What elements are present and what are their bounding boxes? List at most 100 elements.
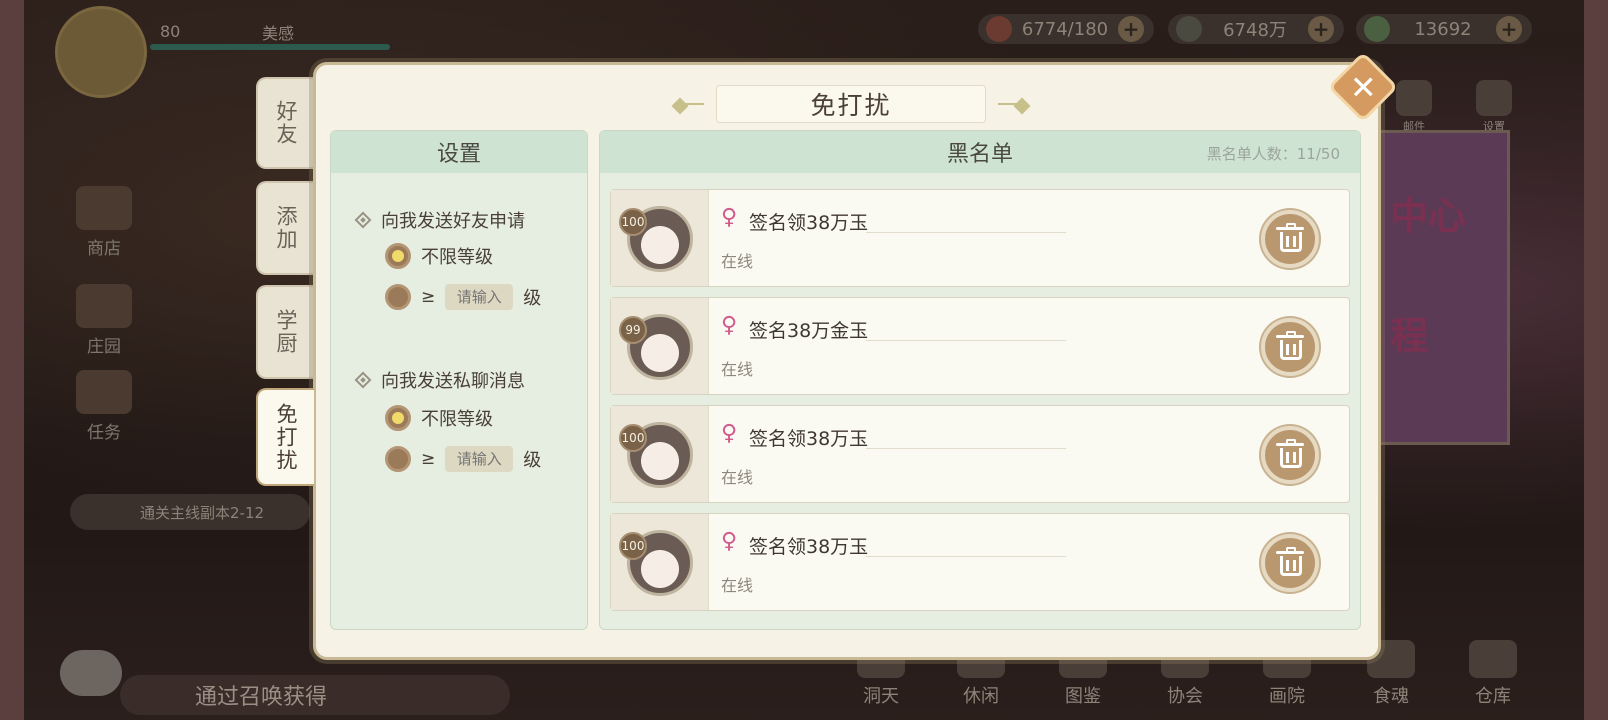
female-icon: ♀ — [721, 421, 738, 446]
chat-ticker[interactable]: 通过召唤获得 — [120, 675, 510, 715]
title-ornament-icon — [986, 98, 1030, 110]
radio-unselected-icon[interactable] — [385, 446, 411, 472]
trash-icon — [1276, 547, 1304, 577]
private-message-title: 向我发送私聊消息 — [381, 371, 525, 392]
female-icon: ♀ — [721, 313, 738, 338]
side-menu-shop[interactable]: 商店 — [72, 186, 136, 259]
blacklist-count: 黑名单人数：11/50 — [1206, 145, 1340, 163]
trash-icon — [1276, 439, 1304, 469]
tab-learn-cooking[interactable]: 学厨 — [256, 285, 314, 379]
player-name: 签名领38万玉 — [749, 428, 869, 450]
friend-request-setting: 向我发送好友申请 — [354, 207, 525, 233]
resource-jade: 13692 + — [1356, 14, 1532, 44]
settings-shortcut[interactable]: 设置 — [1470, 80, 1518, 134]
diamond-bullet-icon — [354, 371, 372, 389]
player-avatar[interactable] — [55, 6, 147, 98]
resource-value: 6748万 — [1223, 20, 1287, 41]
online-status: 在线 — [721, 468, 754, 487]
blacklist-row[interactable]: 99 ♀ 签名38万金玉 在线 — [610, 297, 1350, 395]
leaf-coin-icon — [1176, 16, 1202, 42]
add-coin-button[interactable]: + — [1308, 16, 1334, 42]
side-menu-tasks[interactable]: 任务 — [72, 370, 136, 443]
radio-unselected-icon[interactable] — [385, 284, 411, 310]
remove-from-blacklist-button[interactable] — [1261, 534, 1319, 592]
option-label: 不限等级 — [421, 409, 493, 430]
avatar-frame: 100 — [611, 190, 709, 286]
diamond-bullet-icon — [354, 211, 372, 229]
avatar-frame: 100 — [611, 514, 709, 610]
female-icon: ♀ — [721, 529, 738, 554]
quest-tracker[interactable]: 通关主线副本2-12 — [70, 494, 310, 530]
add-jade-button[interactable]: + — [1496, 16, 1522, 42]
tab-do-not-disturb[interactable]: 免打扰 — [256, 388, 314, 486]
female-icon: ♀ — [721, 205, 738, 230]
mail-shortcut[interactable]: 邮件 — [1390, 80, 1438, 134]
trash-icon — [1276, 223, 1304, 253]
chat-icon[interactable] — [60, 650, 122, 696]
event-poster[interactable] — [1375, 130, 1510, 445]
title-ornament-icon — [672, 98, 716, 110]
tasks-icon — [76, 370, 132, 414]
blacklist-header: 黑名单 黑名单人数：11/50 — [600, 131, 1360, 173]
private-message-level-option[interactable]: ≥ 级 — [385, 446, 541, 472]
friend-request-level-option[interactable]: ≥ 级 — [385, 284, 541, 310]
resource-value: 13692 — [1414, 18, 1472, 40]
online-status: 在线 — [721, 360, 754, 379]
side-menu-label: 任务 — [87, 423, 121, 443]
ge-symbol: ≥ — [421, 287, 436, 307]
left-edge — [0, 0, 24, 720]
online-status: 在线 — [721, 252, 754, 271]
blacklist-row[interactable]: 100 ♀ 签名领38万玉 在线 — [610, 189, 1350, 287]
avatar-frame: 99 — [611, 298, 709, 394]
poster-text: 中心 — [1390, 194, 1467, 238]
close-icon: ✕ — [1349, 68, 1377, 106]
avatar-frame: 100 — [611, 406, 709, 502]
manor-icon — [76, 284, 132, 328]
remove-from-blacklist-button[interactable] — [1261, 426, 1319, 484]
side-menu-label: 庄园 — [87, 337, 121, 357]
radio-selected-icon[interactable] — [385, 243, 411, 269]
nav-label: 食魂 — [1373, 686, 1409, 707]
trash-icon — [1276, 331, 1304, 361]
blacklist-row[interactable]: 100 ♀ 签名领38万玉 在线 — [610, 513, 1350, 611]
nav-label: 画院 — [1269, 686, 1305, 707]
mail-icon — [1396, 80, 1432, 116]
poster-text: 程 — [1390, 314, 1429, 358]
friend-request-level-input[interactable] — [445, 284, 514, 310]
level-badge: 100 — [619, 208, 647, 236]
right-edge — [1584, 0, 1608, 720]
nav-label: 仓库 — [1475, 686, 1511, 707]
remove-from-blacklist-button[interactable] — [1261, 318, 1319, 376]
level-suffix: 级 — [523, 288, 542, 309]
remove-from-blacklist-button[interactable] — [1261, 210, 1319, 268]
tab-friends[interactable]: 好友 — [256, 77, 314, 169]
jade-gem-icon — [1364, 16, 1390, 42]
online-status: 在线 — [721, 576, 754, 595]
nav-label: 协会 — [1167, 686, 1203, 707]
tab-add[interactable]: 添加 — [256, 181, 314, 275]
settings-panel: 设置 向我发送好友申请 不限等级 ≥ 级 向我发送私聊消息 不限等级 ≥ 级 — [330, 130, 588, 630]
nav-label: 休闲 — [963, 686, 999, 707]
side-menu-manor[interactable]: 庄园 — [72, 284, 136, 357]
divider — [866, 340, 1066, 341]
level-suffix: 级 — [523, 450, 542, 471]
friend-request-unlimited-option[interactable]: 不限等级 — [385, 243, 493, 269]
ge-symbol: ≥ — [421, 449, 436, 469]
player-name: 签名领38万玉 — [749, 536, 869, 558]
player-name: 签名领38万玉 — [749, 212, 869, 234]
player-name: 美感 — [262, 24, 295, 43]
player-name: 签名38万金玉 — [749, 320, 869, 342]
level-badge: 99 — [619, 316, 647, 344]
level-badge: 100 — [619, 532, 647, 560]
shop-icon — [76, 186, 132, 230]
heart-stamina-icon — [986, 16, 1012, 42]
radio-selected-icon[interactable] — [385, 405, 411, 431]
blacklist-row[interactable]: 100 ♀ 签名领38万玉 在线 — [610, 405, 1350, 503]
private-message-level-input[interactable] — [445, 446, 514, 472]
option-label: 不限等级 — [421, 247, 493, 268]
private-message-unlimited-option[interactable]: 不限等级 — [385, 405, 493, 431]
dialog-title-bar: 免打扰 — [651, 83, 1051, 125]
warehouse-icon — [1469, 640, 1517, 678]
nav-warehouse[interactable]: 仓库 — [1456, 640, 1530, 708]
add-stamina-button[interactable]: + — [1118, 16, 1144, 42]
